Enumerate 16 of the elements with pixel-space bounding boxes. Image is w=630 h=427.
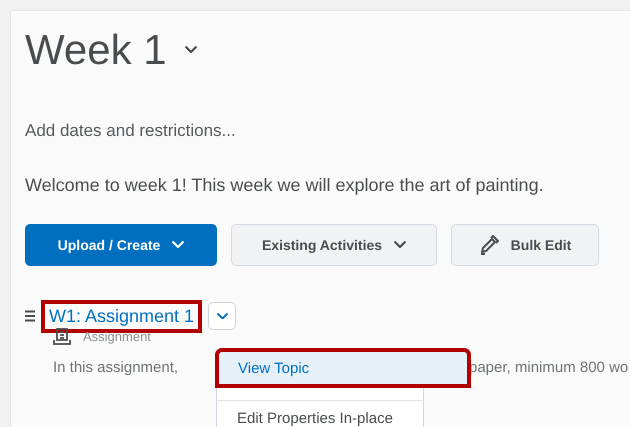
module-description: Welcome to week 1! This week we will explore the art of painting. [25,175,545,196]
action-button[interactable]: Bulk Edit [451,224,599,266]
menu-item[interactable]: Edit Properties In-place [217,400,423,427]
action-button[interactable]: Existing Activities [231,224,437,266]
assignment-icon [53,328,71,345]
topic-menu-button[interactable] [208,302,236,330]
dates-restrictions-link[interactable]: Add dates and restrictions... [25,121,630,141]
drag-handle-icon[interactable] [25,310,35,322]
topic-description: In this assignment, [53,359,178,376]
chevron-down-icon [216,312,228,320]
action-button[interactable]: Upload / Create [25,224,217,266]
pencil-icon [478,235,499,255]
chevron-down-icon [184,46,197,54]
menu-item[interactable]: View Topic [217,350,469,386]
module-title: Week 1 [25,25,167,75]
topic-type: Assignment [83,329,151,344]
